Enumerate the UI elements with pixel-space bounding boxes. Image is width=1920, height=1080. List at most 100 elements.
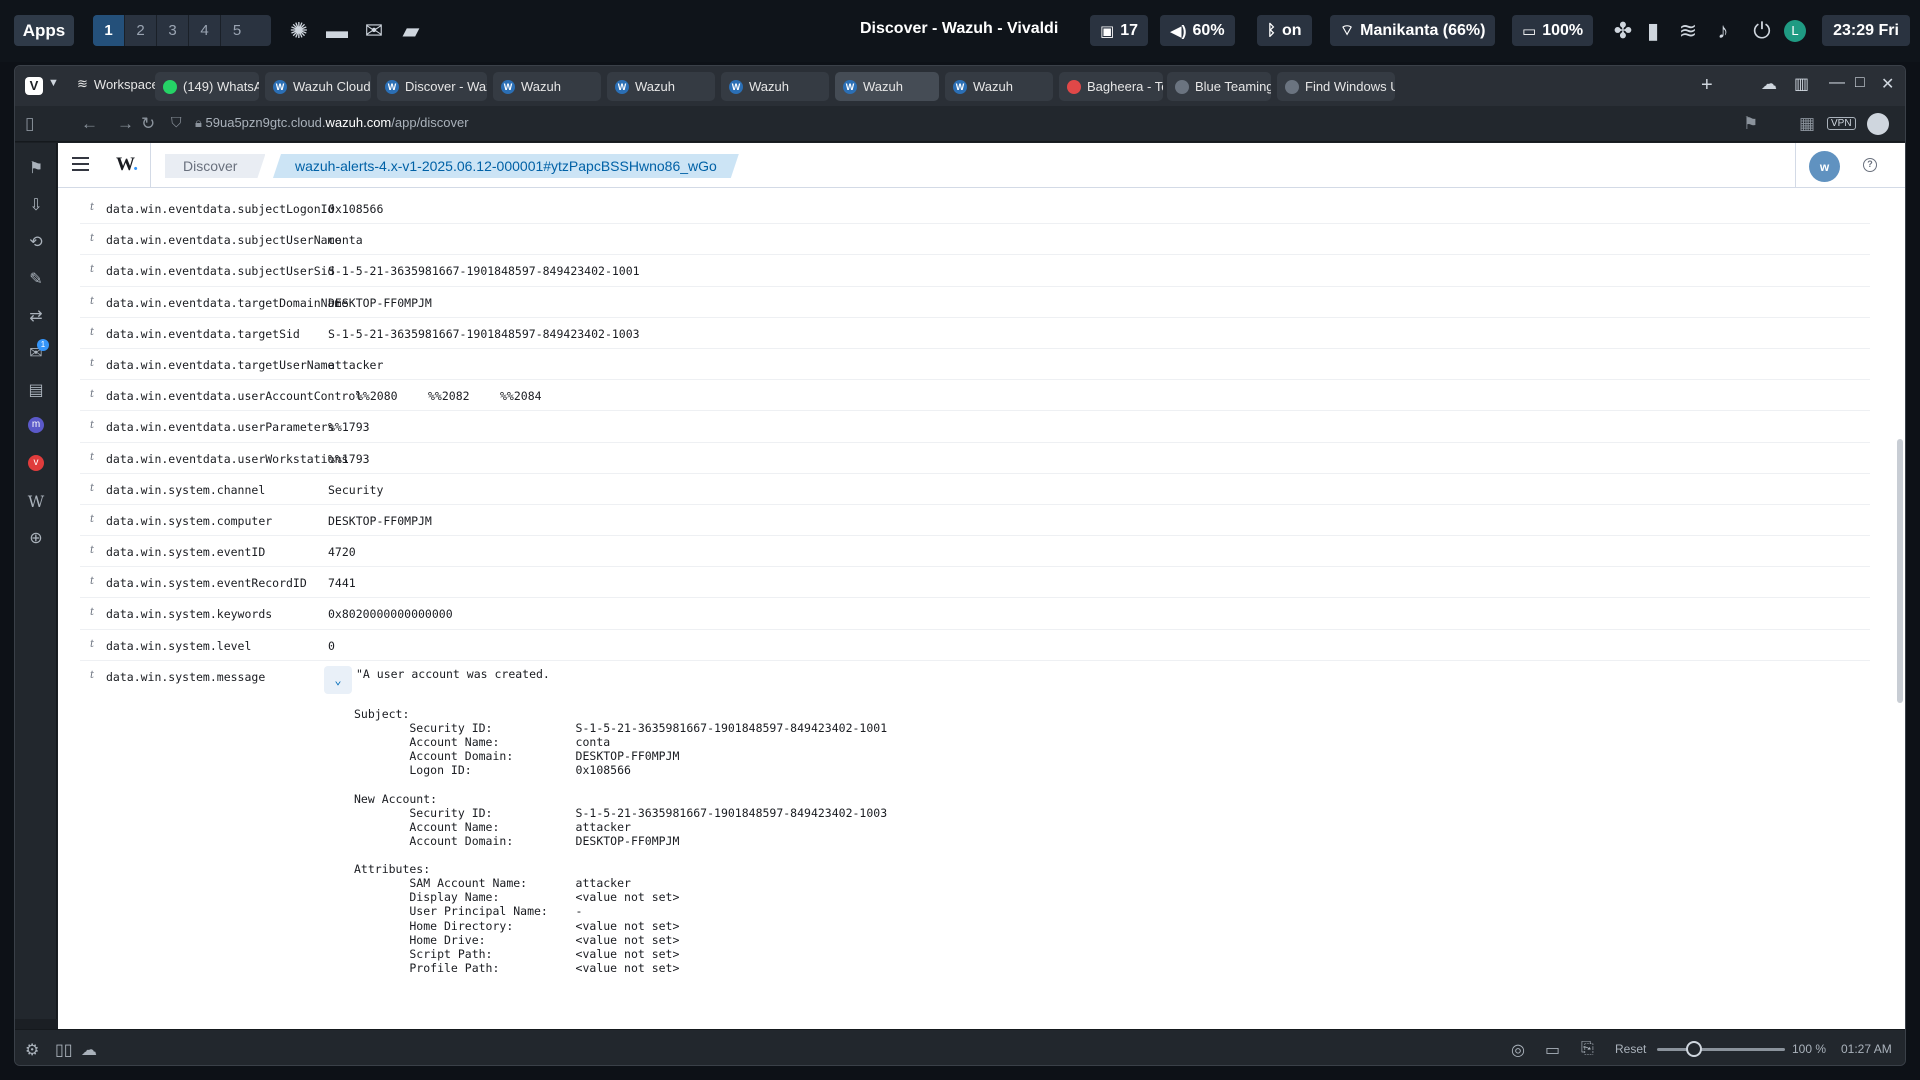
wazuh-logo[interactable]: W. <box>116 154 138 176</box>
user-avatar[interactable]: w <box>1809 151 1840 182</box>
browser-tab[interactable]: W Wazuh Cloud <box>265 72 371 101</box>
profile-avatar[interactable] <box>1867 113 1889 135</box>
vivaldi-web-panel-icon[interactable]: v <box>28 455 44 471</box>
field-name: data.win.system.keywords <box>106 607 273 622</box>
zoom-slider[interactable] <box>1657 1048 1785 1051</box>
battery-indicator[interactable]: ▭ 100% <box>1512 15 1594 46</box>
user-avatar[interactable]: L <box>1784 20 1806 42</box>
vivaldi-menu-icon[interactable]: V <box>25 77 43 95</box>
system-top-bar: Apps 12345 ✺ ▬ ✉ ▰ Discover - Wazuh - Vi… <box>0 0 1920 62</box>
help-icon[interactable]: ? <box>1863 158 1877 172</box>
browser-tab[interactable]: W Wazuh <box>835 72 939 101</box>
notification-bell-icon[interactable]: ♪ <box>1710 18 1736 44</box>
wikipedia-icon[interactable]: W <box>25 491 47 513</box>
reading-list-icon[interactable]: ▤ <box>25 380 47 402</box>
string-type-icon: t <box>90 295 95 307</box>
field-value: 0 <box>328 638 335 653</box>
message-line: Security ID: S-1-5-21-3635981667-1901848… <box>354 721 888 736</box>
apps-button[interactable]: Apps <box>14 15 74 46</box>
zoom-reset-button[interactable]: Reset <box>1615 1042 1646 1056</box>
browser-tab[interactable]: (149) WhatsApp <box>155 72 259 101</box>
page-tiling-icon[interactable]: ▭ <box>1545 1040 1560 1060</box>
mail-icon[interactable]: ✉ <box>361 18 387 44</box>
browser-tab[interactable]: Bagheera - Telu... <box>1059 72 1163 101</box>
message-line: Account Name: conta <box>354 735 611 750</box>
folder-icon[interactable]: ▰ <box>398 18 424 44</box>
breadcrumb-discover[interactable]: Discover <box>165 154 265 178</box>
forward-button[interactable]: → <box>117 114 134 134</box>
wifi-indicator[interactable]: ⌔ Manikanta (66%) <box>1330 15 1496 46</box>
field-value: 4720 <box>328 545 356 560</box>
new-tab-button[interactable]: + <box>1701 74 1713 97</box>
translate-panel-icon[interactable]: ⇄ <box>25 306 47 328</box>
browser-tab[interactable]: W Wazuh <box>493 72 601 101</box>
tiling-icon[interactable]: ▯▯ <box>55 1040 73 1060</box>
workspace-2-button[interactable]: 2 <box>125 15 157 46</box>
browser-tab[interactable]: W Wazuh <box>607 72 715 101</box>
settings-icon[interactable]: ⚙ <box>25 1040 39 1060</box>
wazuh-icon: W <box>843 79 857 94</box>
shield-icon[interactable]: ⛉ <box>171 114 182 131</box>
workspace-5-button[interactable]: 5 <box>221 15 253 46</box>
capture-icon[interactable]: ◎ <box>1511 1040 1525 1060</box>
volume-level: 60% <box>1192 21 1225 39</box>
tab-label: Blue Teaming In... <box>1195 79 1271 94</box>
window-icon[interactable]: ▬ <box>324 18 350 44</box>
message-line: Display Name: <value not set> <box>354 890 680 905</box>
updates-indicator[interactable]: ▣ 17 <box>1090 15 1148 46</box>
mastodon-icon[interactable]: m <box>28 417 44 433</box>
zoom-slider-handle[interactable] <box>1686 1041 1702 1057</box>
trash-icon[interactable]: ▥ <box>1794 74 1809 94</box>
browser-tab[interactable]: Find Windows U... <box>1277 72 1395 101</box>
back-button[interactable]: ← <box>81 114 98 134</box>
notification-badge: 1 <box>37 339 49 351</box>
workspace-1-button[interactable]: 1 <box>93 15 125 46</box>
openai-icon[interactable]: ✺ <box>286 18 312 44</box>
sync-cloud-icon[interactable]: ☁ <box>81 1040 97 1060</box>
field-name: data.win.eventdata.userAccountControl <box>106 389 363 404</box>
reload-button[interactable]: ↻ <box>141 114 155 134</box>
add-panel-icon[interactable]: ⊕ <box>25 528 47 550</box>
tab-label: Wazuh <box>973 79 1013 94</box>
field-value: 0x8020000000000000 <box>328 607 453 622</box>
collapse-chevron-icon[interactable]: ⌄ <box>324 665 352 694</box>
message-line: Security ID: S-1-5-21-3635981667-1901848… <box>354 805 888 820</box>
workspace-4-button[interactable]: 4 <box>189 15 221 46</box>
workspace-3-button[interactable]: 3 <box>157 15 189 46</box>
bluetooth-state: on <box>1282 21 1302 39</box>
extensions-icon[interactable]: ▦ <box>1799 114 1815 134</box>
vpn-button[interactable]: VPN <box>1827 117 1856 130</box>
chevron-down-icon[interactable]: ▼ <box>48 77 59 89</box>
scrollbar-thumb[interactable] <box>1897 439 1903 703</box>
pinwheel-icon[interactable]: ✤ <box>1610 18 1636 44</box>
string-type-icon: t <box>90 576 95 588</box>
tab-label: Wazuh <box>863 79 903 94</box>
stats-icon[interactable]: ▮ <box>1640 18 1666 44</box>
field-row-message: t data.win.system.message ⌄ "A user account… <box>80 661 1870 1029</box>
minimize-button[interactable]: — <box>1829 74 1845 92</box>
field-value: S-1-5-21-3635981667-1901848597-849423402… <box>328 326 640 341</box>
bookmarks-panel-icon[interactable]: ⚑ <box>25 158 47 180</box>
field-row: t data.win.eventdata.userParameters %%1793 <box>80 411 1870 443</box>
browser-tab[interactable]: W Discover - Wazuh <box>377 72 487 101</box>
history-panel-icon[interactable]: ⟲ <box>25 232 47 254</box>
panel-toggle-icon[interactable]: ▯ <box>25 114 34 134</box>
url-field[interactable]: 🔒︎ 59ua5pzn9gtc.cloud.wazuh.com/app/disc… <box>195 115 469 131</box>
power-icon[interactable]: ⏻ <box>1749 18 1775 44</box>
cloud-sync-icon[interactable]: ☁ <box>1761 74 1777 94</box>
volume-indicator[interactable]: ◀) 60% <box>1160 15 1235 46</box>
bluetooth-indicator[interactable]: ᛒ on <box>1257 15 1312 46</box>
maximize-button[interactable]: □ <box>1855 74 1865 92</box>
close-button[interactable]: ✕ <box>1881 74 1894 94</box>
notes-panel-icon[interactable]: ✎ <box>25 269 47 291</box>
mail-panel-icon[interactable]: ✉ 1 <box>25 339 49 365</box>
page-actions-icon[interactable]: ⎘ <box>1581 1040 1594 1058</box>
browser-tab[interactable]: W Wazuh <box>945 72 1053 101</box>
bookmark-icon[interactable]: ⚑ <box>1743 114 1758 134</box>
menu-icon[interactable] <box>72 157 89 171</box>
browser-tab[interactable]: W Wazuh <box>721 72 829 101</box>
wifi-icon: ⌔ <box>1340 22 1355 39</box>
downloads-panel-icon[interactable]: ⇩ <box>25 195 47 217</box>
browser-tab[interactable]: Blue Teaming In... <box>1167 72 1271 101</box>
layers-icon[interactable]: ≋ <box>1675 18 1701 44</box>
